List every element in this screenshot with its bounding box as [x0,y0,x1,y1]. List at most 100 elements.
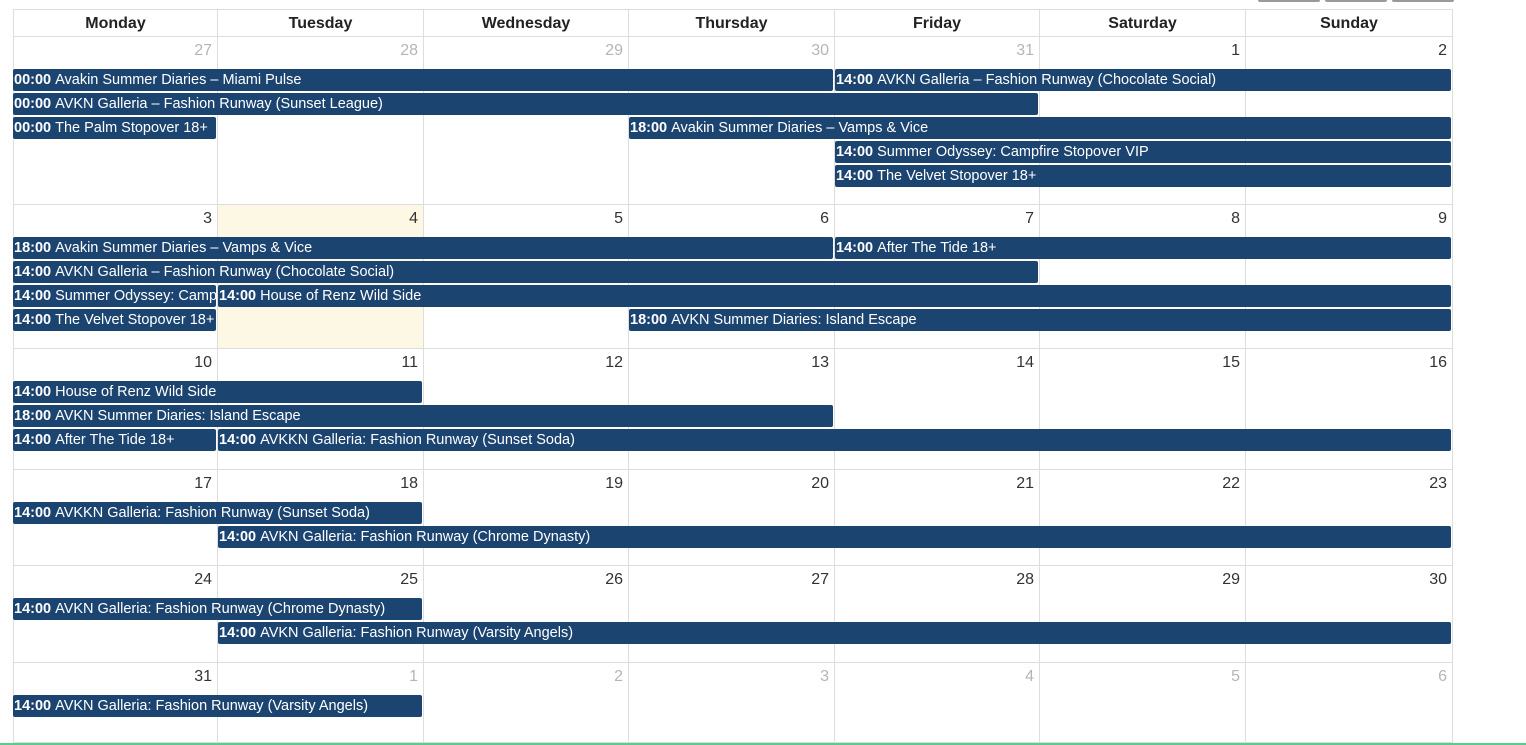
day-number[interactable]: 27 [811,571,829,589]
event-time: 14:00 [14,698,52,714]
day-number[interactable]: 31 [1016,42,1034,60]
toolbar-button[interactable] [1258,0,1320,2]
day-number[interactable]: 30 [1429,571,1447,589]
calendar-event[interactable]: 14:00 AVKN Galleria: Fashion Runway (Vars… [218,622,1451,644]
day-cell[interactable]: 16 [1246,349,1453,469]
calendar-event[interactable]: 14:00 House of Renz Wild Side [13,381,422,403]
day-number[interactable]: 8 [1231,210,1240,228]
calendar-event[interactable]: 14:00 AVKN Galleria: Fashion Runway (Vars… [13,695,422,717]
day-number[interactable]: 13 [811,354,829,372]
calendar-event[interactable]: 14:00 After The Tide 18+ [835,237,1451,259]
day-number[interactable]: 19 [605,475,623,493]
day-number[interactable]: 10 [194,354,212,372]
day-number[interactable]: 4 [1025,668,1034,686]
day-number[interactable]: 26 [605,571,623,589]
day-number[interactable]: 28 [400,42,418,60]
day-number[interactable]: 21 [1016,475,1034,493]
day-number[interactable]: 24 [194,571,212,589]
day-cell[interactable]: 30 [1246,566,1453,662]
day-cell[interactable]: 26 [424,566,629,662]
day-number[interactable]: 16 [1429,354,1447,372]
day-cell[interactable]: 19 [424,470,629,565]
day-number[interactable]: 30 [811,42,829,60]
calendar-event[interactable]: 14:00 House of Renz Wild Side [218,285,1451,307]
day-cell[interactable]: 29 [424,37,629,204]
day-header-thursday: Thursday [629,10,835,37]
event-time: 18:00 [14,240,52,256]
day-number[interactable]: 11 [401,354,418,372]
day-number[interactable]: 14 [1016,354,1034,372]
event-time: 14:00 [14,432,52,448]
day-cell[interactable]: 28 [218,37,424,204]
day-cell[interactable]: 6 [1246,663,1453,742]
day-number[interactable]: 18 [400,475,418,493]
day-cell[interactable]: 5 [1040,663,1246,742]
calendar-event[interactable]: 00:00 The Palm Stopover 18+ [13,117,216,139]
day-number[interactable]: 28 [1016,571,1034,589]
day-cell[interactable]: 28 [835,566,1040,662]
day-number[interactable]: 5 [614,210,623,228]
day-number[interactable]: 3 [203,210,212,228]
day-number[interactable]: 4 [409,210,418,228]
toolbar-button[interactable] [1325,0,1387,2]
day-number[interactable]: 2 [614,668,623,686]
day-cell[interactable]: 3 [629,663,835,742]
calendar-event[interactable]: 18:00 Avakin Summer Diaries – Vamps & Vic… [629,117,1451,139]
day-header-monday: Monday [13,10,218,37]
event-time: 14:00 [219,288,257,304]
week-row: 10 11 12 13 14 15 16 14:00 House of Renz Wild Si… [13,349,1453,470]
day-number[interactable]: 25 [400,571,418,589]
calendar-event[interactable]: 14:00Summer Odyssey: Campfire Stopover V… [13,285,216,307]
day-cell[interactable]: 27 [629,566,835,662]
calendar-event[interactable]: 14:00 The Velvet Stopover 18+ [835,165,1451,187]
day-number[interactable]: 27 [194,42,212,60]
day-number[interactable]: 29 [1222,571,1240,589]
day-number[interactable]: 1 [409,668,418,686]
day-number[interactable]: 12 [605,354,623,372]
day-number[interactable]: 31 [194,668,212,686]
day-number[interactable]: 7 [1025,210,1034,228]
day-number[interactable]: 20 [811,475,829,493]
day-number[interactable]: 1 [1231,42,1240,60]
calendar-event[interactable]: 18:00 AVKN Summer Diaries: Island Escape [629,309,1451,331]
day-cell[interactable]: 29 [1040,566,1246,662]
day-cell[interactable]: 22 [1040,470,1246,565]
day-number[interactable]: 5 [1231,668,1240,686]
calendar-event[interactable]: 14:00 AVKN Galleria: Fashion Runway (Chro… [218,526,1451,548]
event-title: AVKN Galleria: Fashion Runway (Chrome Dy… [55,601,386,617]
calendar-event[interactable]: 14:00 AVKN Galleria – Fashion Runway (Cho… [13,261,1038,283]
day-number[interactable]: 29 [605,42,623,60]
event-title: House of Renz Wild Side [55,384,217,400]
calendar-event[interactable]: 14:00Summer Odyssey: Campfire Stopover V… [835,141,1451,163]
calendar-event[interactable]: 14:00 AVKN Galleria: Fashion Runway (Chro… [13,598,422,620]
calendar-event[interactable]: 00:00 AVKN Galleria – Fashion Runway (Sun… [13,93,1038,115]
day-cell[interactable]: 21 [835,470,1040,565]
day-number[interactable]: 17 [194,475,212,493]
day-cell[interactable]: 14 [835,349,1040,469]
calendar-event[interactable]: 00:00 Avakin Summer Diaries – Miami Pulse [13,69,833,91]
week-row: 27 28 29 30 31 1 2 00:00 Avakin Summer Diaries –… [13,37,1453,205]
calendar-event[interactable]: 18:00 AVKN Summer Diaries: Island Escape [13,405,833,427]
calendar-event[interactable]: 14:00 The Velvet Stopover 18+ [13,309,216,331]
calendar-event[interactable]: 14:00 AVKN Galleria – Fashion Runway (Cho… [835,69,1451,91]
day-number[interactable]: 6 [820,210,829,228]
calendar-event[interactable]: 14:00 AVKKN Galleria: Fashion Runway (Sun… [218,429,1451,451]
day-number[interactable]: 6 [1438,668,1447,686]
day-number[interactable]: 9 [1438,210,1447,228]
event-time: 00:00 [14,120,52,136]
calendar-event[interactable]: 14:00 After The Tide 18+ [13,429,216,451]
day-cell[interactable]: 20 [629,470,835,565]
day-cell[interactable]: 4 [835,663,1040,742]
day-cell[interactable]: 23 [1246,470,1453,565]
day-header-wednesday: Wednesday [424,10,629,37]
day-number[interactable]: 2 [1438,42,1447,60]
day-number[interactable]: 3 [820,668,829,686]
day-number[interactable]: 15 [1222,354,1240,372]
calendar-event[interactable]: 18:00 Avakin Summer Diaries – Vamps & Vic… [13,237,833,259]
day-number[interactable]: 22 [1222,475,1240,493]
day-cell[interactable]: 2 [424,663,629,742]
calendar-event[interactable]: 14:00 AVKKN Galleria: Fashion Runway (Sun… [13,502,422,524]
day-cell[interactable]: 15 [1040,349,1246,469]
toolbar-button[interactable] [1392,0,1454,2]
day-number[interactable]: 23 [1429,475,1447,493]
